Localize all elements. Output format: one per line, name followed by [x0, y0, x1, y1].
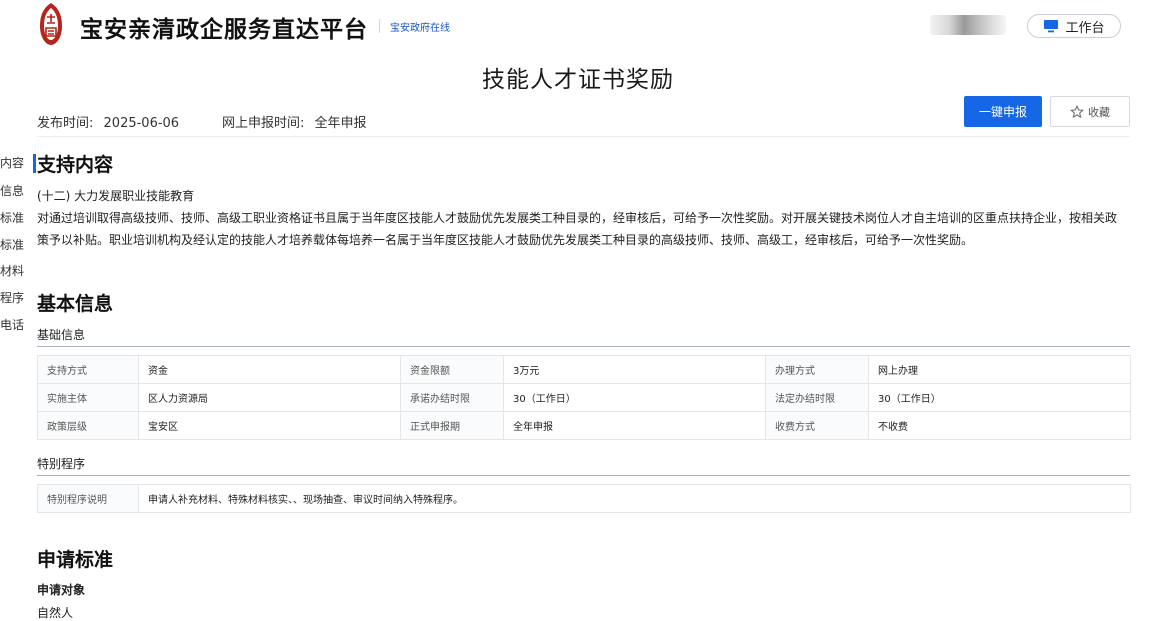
- special-subheading-line: [37, 475, 1130, 476]
- site-title[interactable]: 宝安亲清政企服务直达平台: [80, 10, 368, 44]
- side-nav-item-standard[interactable]: 标准: [0, 209, 24, 226]
- online-value: 全年申报: [314, 116, 367, 131]
- table-key: 法定办结时限: [765, 383, 869, 412]
- side-nav-item-procedure[interactable]: 程序: [0, 289, 24, 306]
- table-value: 区人力资源局: [138, 383, 401, 412]
- side-nav-active-indicator: [33, 154, 36, 173]
- support-item-title: (十二) 大力发展职业技能教育: [37, 189, 195, 203]
- table-value: 宝安区: [138, 411, 401, 440]
- standard-heading: 申请标准: [37, 549, 114, 571]
- publish-label: 发布时间:: [37, 116, 94, 131]
- favorite-label: 收藏: [1088, 105, 1110, 119]
- table-value: 3万元: [503, 355, 766, 384]
- table-row: 特别程序说明 申请人补充材料、特殊材料核实、、现场抽查、审议时间纳入特殊程序。: [37, 484, 1131, 513]
- publish-time: 发布时间: 2025-06-06: [37, 112, 179, 131]
- user-name-blurred[interactable]: [930, 15, 1006, 35]
- one-click-apply-button[interactable]: 一键申报: [964, 96, 1042, 127]
- side-nav-item-phone[interactable]: 电话: [0, 316, 24, 333]
- table-key: 特别程序说明: [37, 484, 139, 513]
- page-title: 技能人才证书奖励: [482, 67, 674, 93]
- table-value: 不收费: [868, 411, 1131, 440]
- online-label: 网上申报时间:: [222, 116, 305, 131]
- basic-subheading-line: [37, 346, 1130, 347]
- basic-info-heading: 基本信息: [37, 293, 114, 315]
- support-body: 对通过培训取得高级技师、技师、高级工职业资格证书且属于当年度区技能人才鼓励优先发…: [37, 211, 1118, 247]
- table-value: 30（工作日）: [503, 383, 766, 412]
- table-key: 资金限额: [400, 355, 504, 384]
- meta-divider: [37, 136, 1130, 137]
- basic-subheading: 基础信息: [37, 328, 86, 342]
- title-divider: [379, 19, 380, 33]
- table-value: 资金: [138, 355, 401, 384]
- platform-logo-icon: [40, 3, 62, 45]
- table-key: 承诺办结时限: [400, 383, 504, 412]
- table-key: 实施主体: [37, 383, 139, 412]
- side-nav-item-content[interactable]: 内容: [0, 154, 24, 171]
- table-row: 政策层级 宝安区 正式申报期 全年申报 收费方式 不收费: [37, 411, 1131, 440]
- special-procedure-subheading: 特别程序: [37, 457, 86, 471]
- favorite-button[interactable]: 收藏: [1050, 96, 1130, 127]
- target-value: 自然人: [37, 606, 74, 620]
- monitor-icon: [1044, 20, 1059, 33]
- table-value: 全年申报: [503, 411, 766, 440]
- support-heading: 支持内容: [37, 154, 114, 176]
- top-header: 宝安亲清政企服务直达平台 宝安政府在线 工作台: [0, 0, 1156, 50]
- workbench-button[interactable]: 工作台: [1027, 14, 1121, 38]
- table-key: 正式申报期: [400, 411, 504, 440]
- publish-date: 2025-06-06: [103, 116, 180, 131]
- gov-online-link[interactable]: 宝安政府在线: [390, 19, 450, 34]
- workbench-label: 工作台: [1065, 20, 1105, 36]
- side-nav-item-info[interactable]: 信息: [0, 182, 24, 199]
- special-procedure-table: 特别程序说明 申请人补充材料、特殊材料核实、、现场抽查、审议时间纳入特殊程序。: [37, 484, 1131, 513]
- table-key: 收费方式: [765, 411, 869, 440]
- table-key: 政策层级: [37, 411, 139, 440]
- side-nav-item-standard-2[interactable]: 标准: [0, 236, 24, 253]
- target-label: 申请对象: [37, 583, 86, 597]
- side-nav-item-materials[interactable]: 材料: [0, 262, 24, 279]
- online-apply-time: 网上申报时间: 全年申报: [222, 112, 367, 131]
- table-value: 网上办理: [868, 355, 1131, 384]
- star-icon: [1070, 104, 1084, 118]
- table-value: 申请人补充材料、特殊材料核实、、现场抽查、审议时间纳入特殊程序。: [138, 484, 1131, 513]
- table-key: 办理方式: [765, 355, 869, 384]
- table-key: 支持方式: [37, 355, 139, 384]
- table-row: 支持方式 资金 资金限额 3万元 办理方式 网上办理: [37, 355, 1131, 384]
- table-row: 实施主体 区人力资源局 承诺办结时限 30（工作日） 法定办结时限 30（工作日…: [37, 383, 1131, 412]
- table-value: 30（工作日）: [868, 383, 1131, 412]
- basic-info-table: 支持方式 资金 资金限额 3万元 办理方式 网上办理 实施主体 区人力资源局 承…: [37, 355, 1131, 440]
